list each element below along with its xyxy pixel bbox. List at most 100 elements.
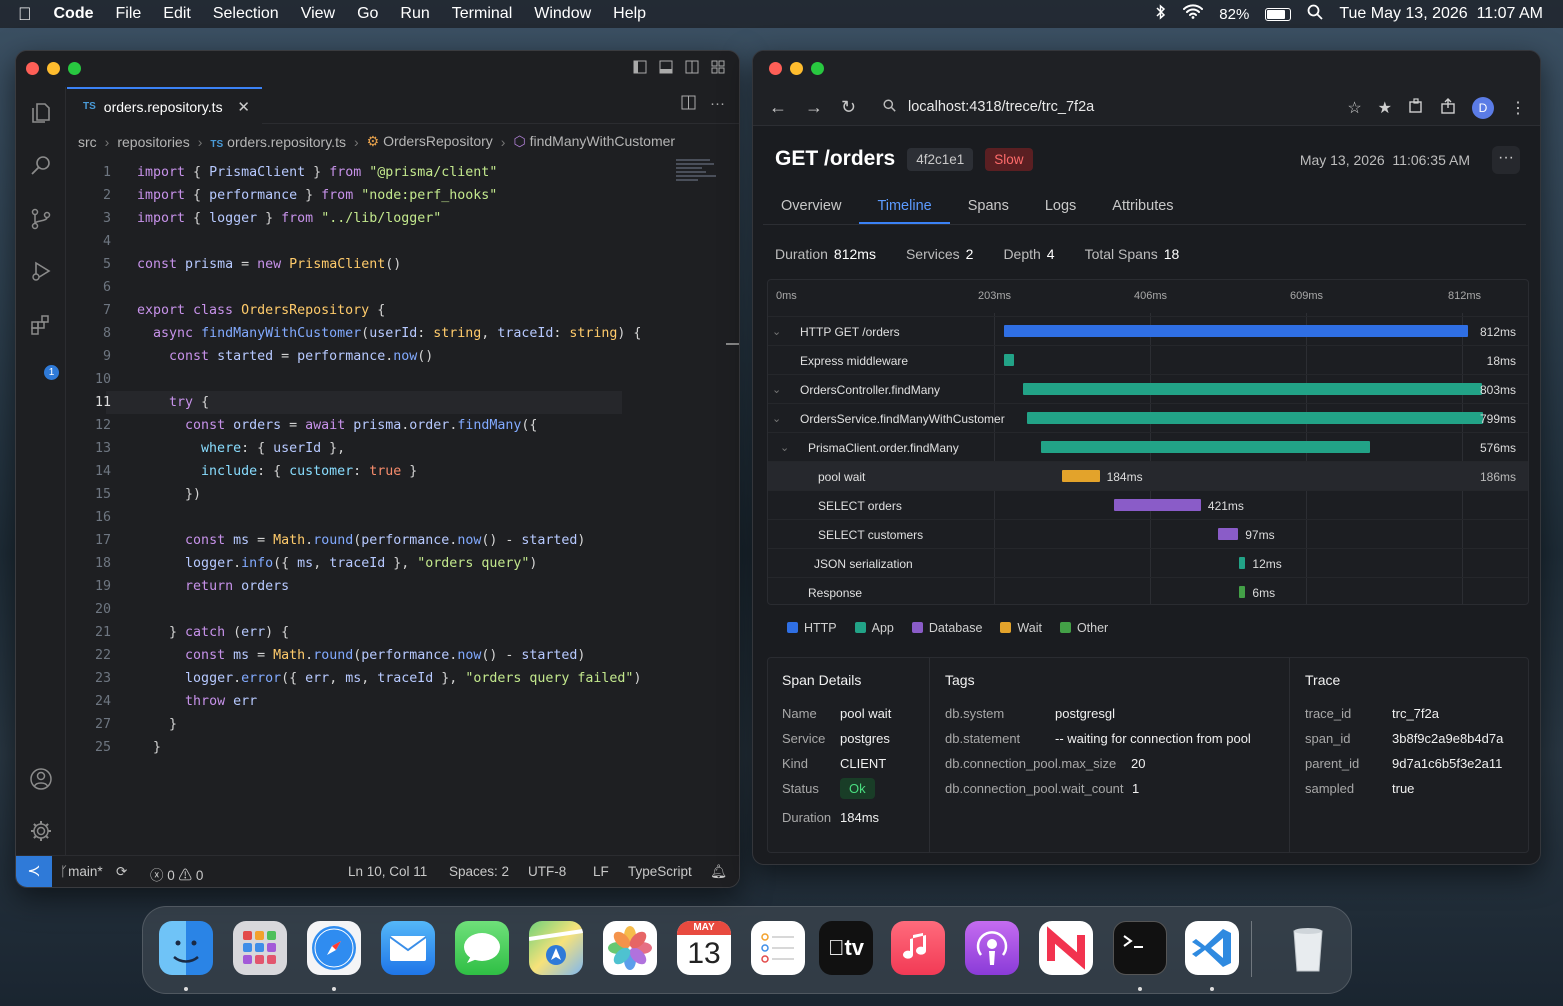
sync-icon[interactable]: ⟳ bbox=[116, 864, 127, 880]
code-line[interactable]: }) bbox=[137, 487, 201, 502]
chevron-down-icon[interactable]: ⌄ bbox=[772, 383, 781, 396]
search-icon[interactable] bbox=[29, 153, 53, 177]
toggle-secondary-sidebar-icon[interactable] bbox=[685, 60, 699, 77]
toggle-panel-icon[interactable] bbox=[659, 60, 673, 77]
code-line[interactable]: logger.info({ ms, traceId }, "orders que… bbox=[137, 556, 537, 571]
explorer-icon[interactable] bbox=[29, 101, 53, 125]
span-bar[interactable] bbox=[1004, 325, 1468, 337]
more-actions-icon[interactable]: ··· bbox=[710, 95, 725, 114]
close-tab-icon[interactable]: ✕ bbox=[237, 98, 250, 116]
span-row[interactable]: SELECT customers 97ms bbox=[768, 519, 1528, 548]
code-line[interactable]: include: { customer: true } bbox=[137, 464, 417, 479]
podcasts-icon[interactable] bbox=[965, 921, 1019, 975]
profile-avatar[interactable]: D bbox=[1472, 97, 1494, 119]
tab-spans[interactable]: Spans bbox=[950, 187, 1027, 224]
problems-indicator[interactable]: ⓧ 0 ⚠ 0 bbox=[150, 864, 203, 884]
safari-icon[interactable] bbox=[307, 921, 361, 975]
span-row[interactable]: Response 6ms bbox=[768, 577, 1528, 604]
minimize-window-button[interactable] bbox=[47, 62, 60, 75]
apple-menu-icon[interactable]:  bbox=[18, 4, 32, 25]
span-row[interactable]: JSON serialization 12ms bbox=[768, 548, 1528, 577]
menu-run[interactable]: Run bbox=[400, 5, 429, 23]
calendar-icon[interactable]: MAY 13 bbox=[677, 921, 731, 975]
reminders-icon[interactable] bbox=[751, 921, 805, 975]
code-line[interactable]: const prisma = new PrismaClient() bbox=[137, 257, 401, 272]
bluetooth-icon[interactable] bbox=[1155, 3, 1167, 25]
code-line[interactable]: logger.error({ err, ms, traceId }, "orde… bbox=[137, 671, 641, 686]
menu-file[interactable]: File bbox=[116, 5, 142, 23]
close-window-button[interactable] bbox=[26, 62, 39, 75]
tab-timeline[interactable]: Timeline bbox=[859, 187, 950, 224]
minimap[interactable] bbox=[676, 159, 718, 189]
code-line[interactable]: } catch (err) { bbox=[137, 625, 289, 640]
span-bar[interactable] bbox=[1022, 383, 1482, 395]
accounts-icon[interactable] bbox=[29, 767, 53, 791]
zoom-window-button[interactable] bbox=[68, 62, 81, 75]
tab-logs[interactable]: Logs bbox=[1027, 187, 1094, 224]
span-row[interactable]: pool wait 184ms 186ms bbox=[768, 461, 1528, 490]
code-line[interactable]: } bbox=[137, 717, 177, 732]
span-row[interactable]: ⌄ PrismaClient.order.findMany 576ms bbox=[768, 432, 1528, 461]
messages-icon[interactable] bbox=[455, 921, 509, 975]
battery-icon[interactable] bbox=[1265, 7, 1292, 21]
span-bar[interactable] bbox=[1026, 412, 1484, 424]
terminal-icon[interactable] bbox=[1113, 921, 1167, 975]
span-bar[interactable] bbox=[1239, 586, 1246, 598]
code-line[interactable]: const orders = await prisma.order.findMa… bbox=[137, 418, 537, 433]
trash-icon[interactable] bbox=[1281, 921, 1335, 975]
remote-indicator-icon[interactable]: ≺ bbox=[16, 856, 52, 887]
notifications-bell-icon[interactable]: 🔔︎ bbox=[710, 864, 727, 880]
span-row[interactable]: Express middleware 18ms bbox=[768, 345, 1528, 374]
menu-help[interactable]: Help bbox=[613, 5, 646, 23]
span-row[interactable]: SELECT orders 421ms bbox=[768, 490, 1528, 519]
zoom-window-button[interactable] bbox=[811, 62, 824, 75]
apple-tv-icon[interactable]: tv bbox=[819, 921, 873, 975]
minimize-window-button[interactable] bbox=[790, 62, 803, 75]
code-line[interactable]: const started = performance.now() bbox=[137, 349, 433, 364]
code-line[interactable]: const ms = Math.round(performance.now() … bbox=[137, 648, 585, 663]
menu-terminal[interactable]: Terminal bbox=[452, 5, 512, 23]
code-line[interactable]: import { logger } from "../lib/logger" bbox=[137, 211, 441, 226]
code-line[interactable]: import { PrismaClient } from "@prisma/cl… bbox=[137, 165, 497, 180]
bookmark-star-icon[interactable]: ☆ bbox=[1347, 98, 1361, 118]
run-debug-icon[interactable] bbox=[29, 259, 53, 283]
split-editor-icon[interactable] bbox=[681, 95, 696, 114]
tab-overview[interactable]: Overview bbox=[763, 187, 859, 224]
menu-go[interactable]: Go bbox=[357, 5, 378, 23]
span-row[interactable]: ⌄ HTTP GET /orders 812ms bbox=[768, 316, 1528, 345]
launchpad-icon[interactable] bbox=[233, 921, 287, 975]
back-arrow-icon[interactable]: ← bbox=[769, 97, 787, 118]
vscode-icon[interactable] bbox=[1185, 921, 1239, 975]
span-bar[interactable] bbox=[1004, 354, 1015, 366]
chevron-down-icon[interactable]: ⌄ bbox=[772, 325, 781, 338]
menu-selection[interactable]: Selection bbox=[213, 5, 279, 23]
code-line[interactable]: async findManyWithCustomer(userId: strin… bbox=[137, 326, 641, 341]
customize-layout-icon[interactable] bbox=[711, 60, 725, 77]
share-icon[interactable] bbox=[1440, 97, 1456, 119]
menu-window[interactable]: Window bbox=[534, 5, 591, 23]
toggle-sidebar-icon[interactable] bbox=[633, 60, 647, 77]
reload-icon[interactable]: ↻ bbox=[841, 97, 856, 118]
code-line[interactable]: throw err bbox=[137, 694, 257, 709]
music-icon[interactable] bbox=[891, 921, 945, 975]
spotlight-icon[interactable] bbox=[1307, 4, 1323, 25]
news-icon[interactable] bbox=[1039, 921, 1093, 975]
wifi-icon[interactable] bbox=[1183, 4, 1204, 24]
breadcrumb-src[interactable]: src bbox=[78, 134, 97, 150]
tab-orders-repository[interactable]: TS orders.repository.ts ✕ bbox=[67, 87, 262, 124]
source-control-icon[interactable] bbox=[29, 207, 53, 231]
branch-indicator[interactable]: ᚴmain* bbox=[60, 864, 103, 879]
span-row[interactable]: ⌄ OrdersService.findManyWithCustomer 799ms bbox=[768, 403, 1528, 432]
maps-icon[interactable] bbox=[529, 921, 583, 975]
menu-app-name[interactable]: Code bbox=[54, 5, 94, 23]
code-line[interactable]: const ms = Math.round(performance.now() … bbox=[137, 533, 585, 548]
breadcrumb-repositories[interactable]: repositories bbox=[117, 134, 189, 150]
code-line[interactable]: try { bbox=[137, 395, 209, 410]
address-bar[interactable]: localhost:4318/trece/trc_7f2a bbox=[865, 91, 1345, 123]
breadcrumb-class[interactable]: ⚙ OrdersRepository bbox=[367, 133, 493, 150]
menu-clock[interactable]: Tue May 13, 2026 11:07 AM bbox=[1339, 5, 1543, 23]
span-bar[interactable] bbox=[1061, 470, 1100, 482]
photos-icon[interactable] bbox=[603, 921, 657, 975]
encoding[interactable]: UTF-8 bbox=[528, 864, 566, 879]
span-bar[interactable] bbox=[1218, 528, 1239, 540]
